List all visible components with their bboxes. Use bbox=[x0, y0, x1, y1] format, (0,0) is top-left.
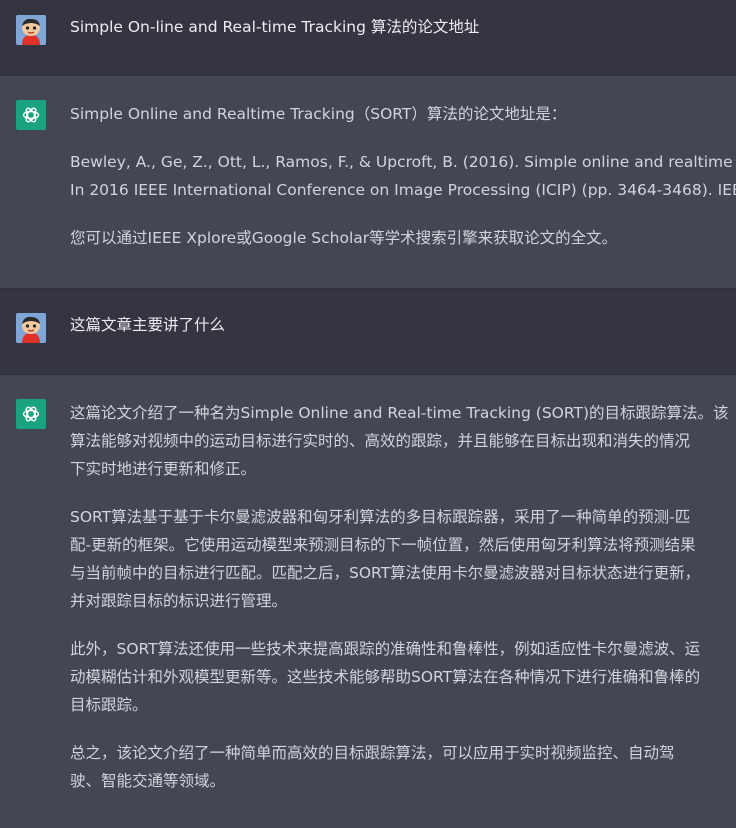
user-avatar-icon bbox=[16, 15, 46, 45]
assistant-paragraph: 这篇论文介绍了一种名为Simple Online and Real-time T… bbox=[70, 399, 729, 483]
user-message-text: Simple On-line and Real-time Tracking 算法… bbox=[70, 18, 480, 36]
text-line: Simple Online and Realtime Tracking（SORT… bbox=[70, 105, 567, 123]
user-message: 这篇文章主要讲了什么 bbox=[0, 289, 736, 374]
assistant-paragraph: 您可以通过IEEE Xplore或Google Scholar等学术搜索引擎来获… bbox=[70, 224, 722, 252]
assistant-paragraph: Simple Online and Realtime Tracking（SORT… bbox=[70, 100, 722, 128]
text-line: 配-更新的框架。它使用运动模型来预测目标的下一帧位置，然后使用匈牙利算法将预测结… bbox=[70, 536, 696, 554]
text-line: 下实时地进行更新和修正。 bbox=[70, 460, 257, 478]
assistant-paragraph: 总之，该论文介绍了一种简单而高效的目标跟踪算法，可以应用于实时视频监控、自动驾 … bbox=[70, 739, 722, 795]
user-message: Simple On-line and Real-time Tracking 算法… bbox=[0, 0, 736, 75]
chat-thread: Simple On-line and Real-time Tracking 算法… bbox=[0, 0, 736, 828]
text-line: 驶、智能交通等领域。 bbox=[70, 772, 226, 790]
chatgpt-logo-icon bbox=[16, 100, 46, 130]
assistant-paragraph: Bewley, A., Ge, Z., Ott, L., Ramos, F., … bbox=[70, 148, 736, 204]
text-line: 此外，SORT算法还使用一些技术来提高跟踪的准确性和鲁棒性，例如适应性卡尔曼滤波… bbox=[70, 640, 701, 658]
assistant-message: 这篇论文介绍了一种名为Simple Online and Real-time T… bbox=[0, 375, 736, 827]
text-line: In 2016 IEEE International Conference on… bbox=[70, 181, 736, 199]
text-line: 动模糊估计和外观模型更新等。这些技术能够帮助SORT算法在各种情况下进行准确和鲁… bbox=[70, 668, 701, 686]
assistant-paragraph: 此外，SORT算法还使用一些技术来提高跟踪的准确性和鲁棒性，例如适应性卡尔曼滤波… bbox=[70, 635, 722, 719]
assistant-message: Simple Online and Realtime Tracking（SORT… bbox=[0, 76, 736, 288]
assistant-paragraph: SORT算法基于基于卡尔曼滤波器和匈牙利算法的多目标跟踪器，采用了一种简单的预测… bbox=[70, 503, 722, 615]
chatgpt-logo-icon bbox=[16, 399, 46, 429]
text-line: 总之，该论文介绍了一种简单而高效的目标跟踪算法，可以应用于实时视频监控、自动驾 bbox=[70, 744, 675, 762]
text-line: 算法能够对视频中的运动目标进行实时的、高效的跟踪，并且能够在目标出现和消失的情况 bbox=[70, 432, 691, 450]
text-line: 并对跟踪目标的标识进行管理。 bbox=[70, 592, 288, 610]
text-line: 这篇论文介绍了一种名为Simple Online and Real-time T… bbox=[70, 404, 729, 422]
text-line: 与当前帧中的目标进行匹配。匹配之后，SORT算法使用卡尔曼滤波器对目标状态进行更… bbox=[70, 564, 701, 582]
text-line: Bewley, A., Ge, Z., Ott, L., Ramos, F., … bbox=[70, 153, 736, 171]
user-avatar-icon bbox=[16, 313, 46, 343]
text-line: SORT算法基于基于卡尔曼滤波器和匈牙利算法的多目标跟踪器，采用了一种简单的预测… bbox=[70, 508, 691, 526]
text-line: 您可以通过IEEE Xplore或Google Scholar等学术搜索引擎来获… bbox=[70, 229, 618, 247]
text-line: 目标跟踪。 bbox=[70, 696, 148, 714]
user-message-text: 这篇文章主要讲了什么 bbox=[70, 316, 226, 334]
